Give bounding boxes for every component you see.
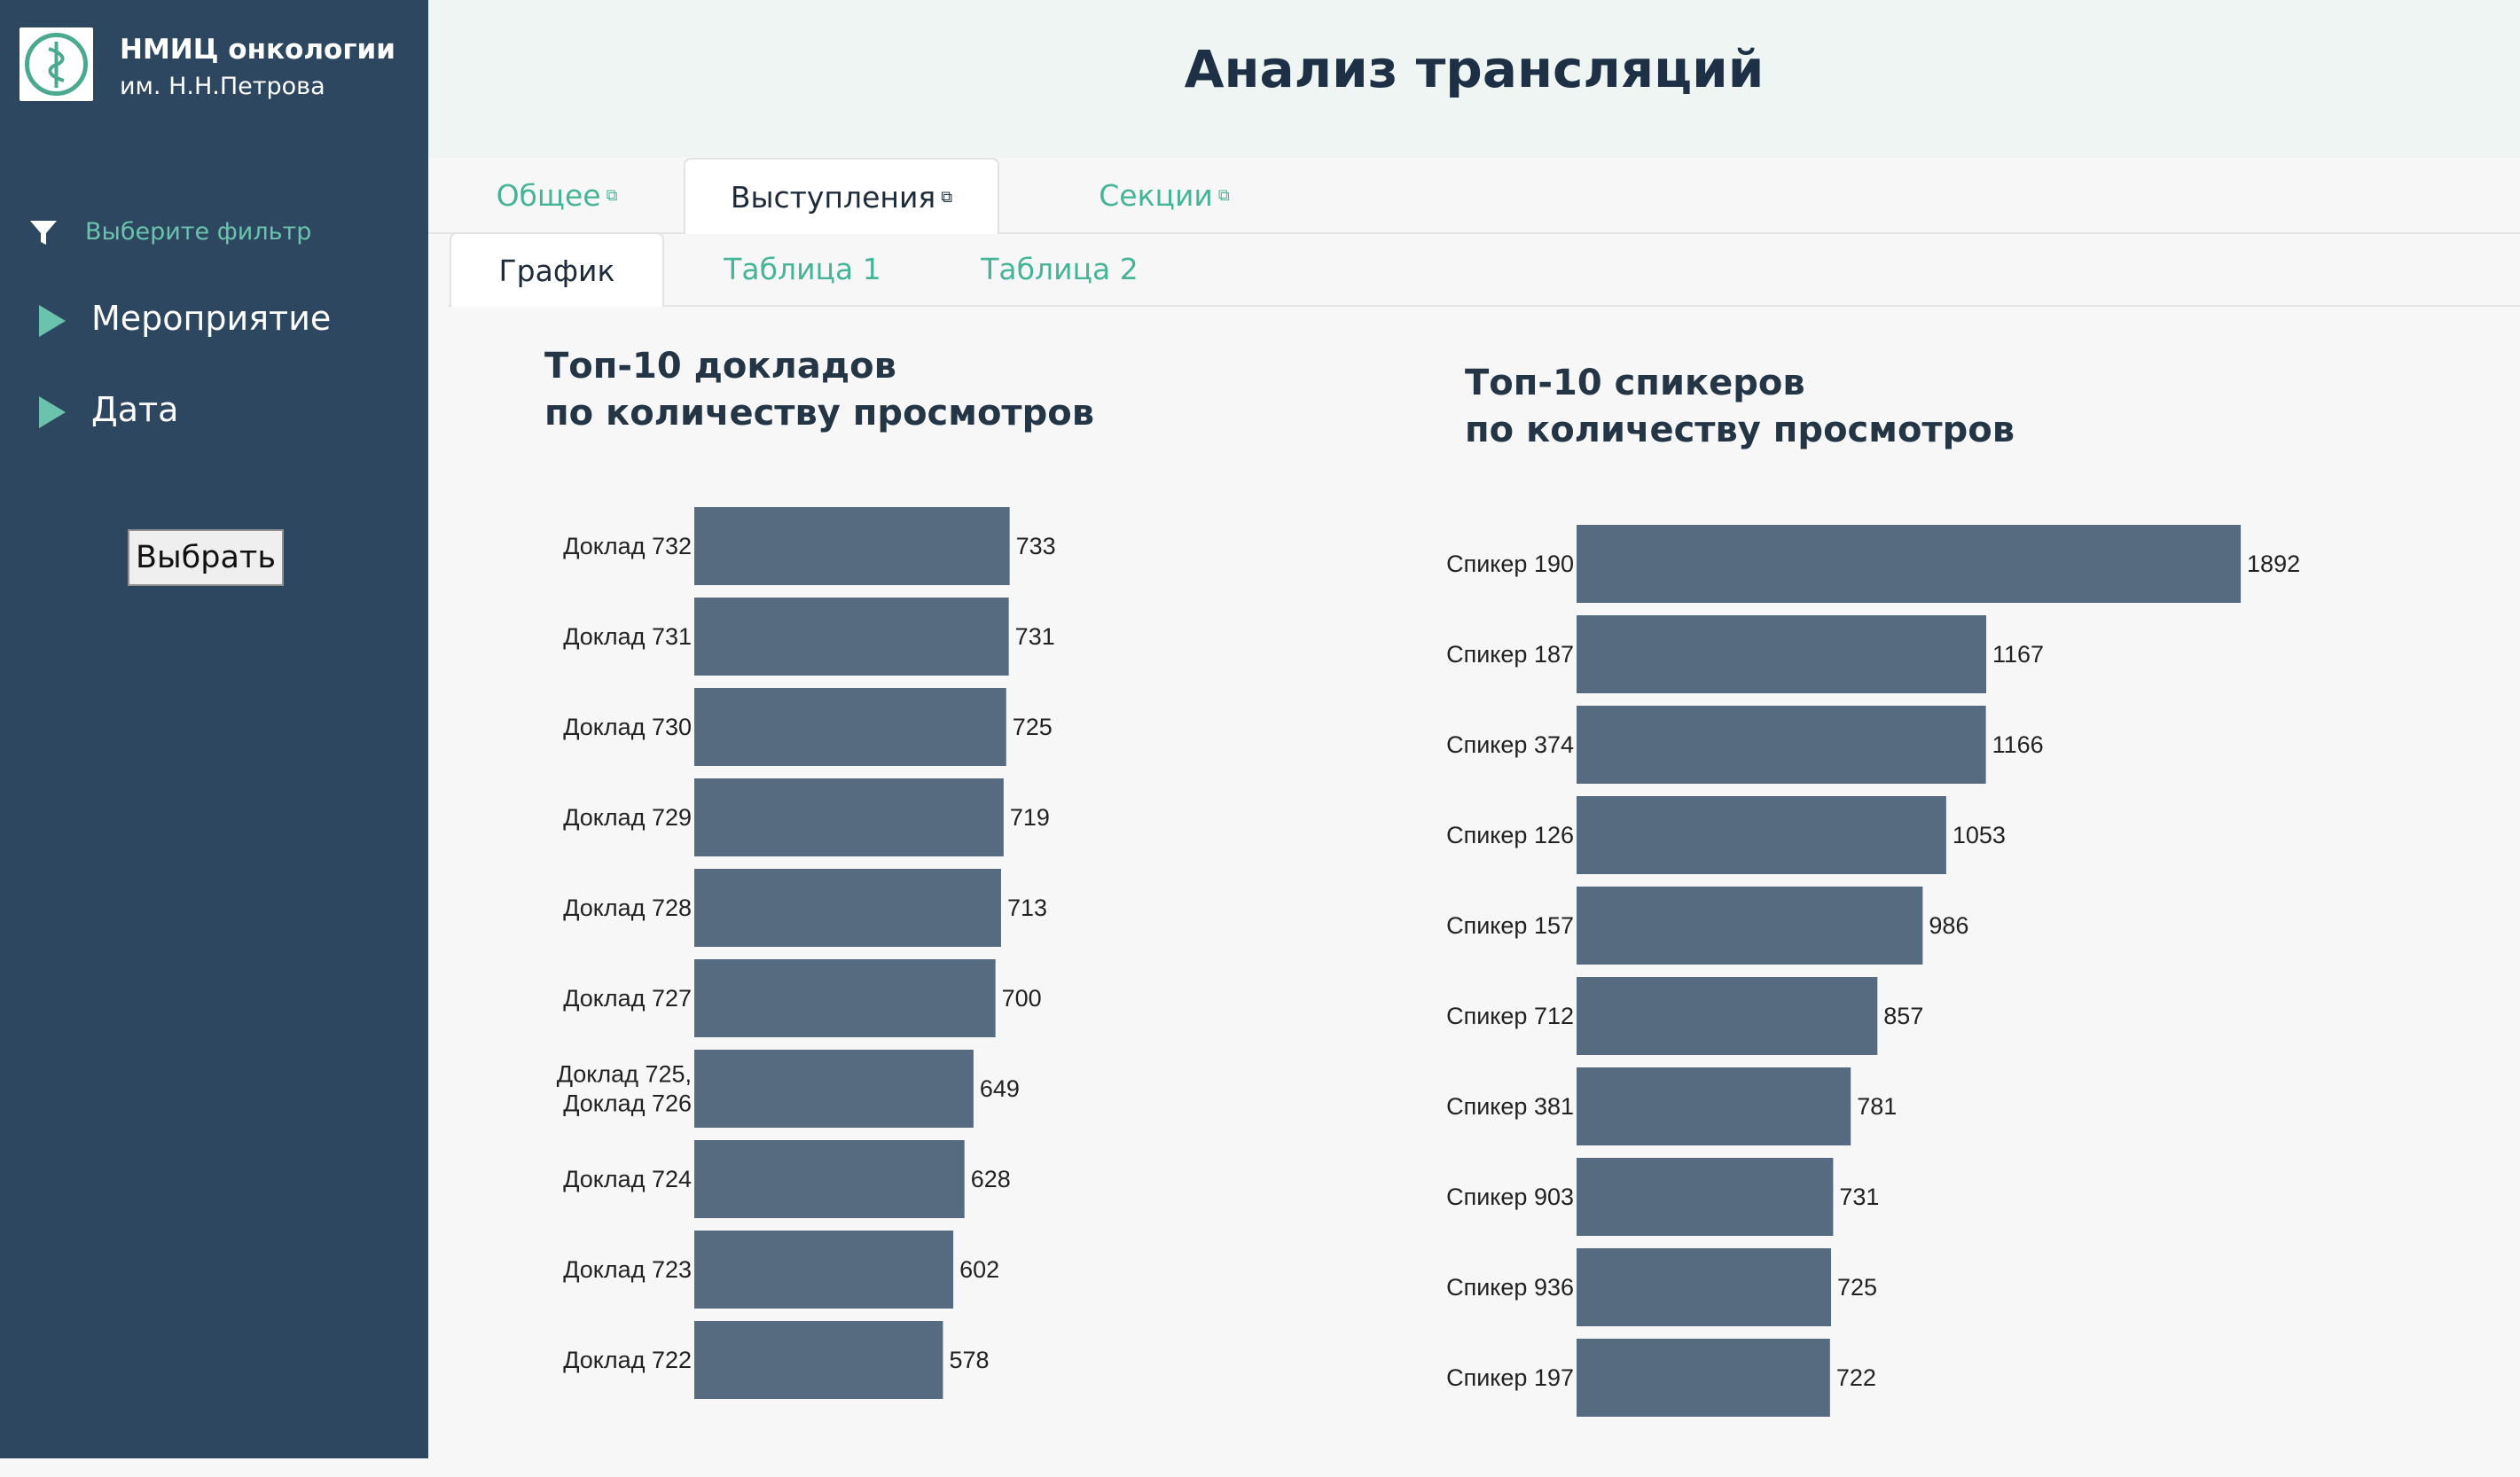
sidebar-item-label: Мероприятие xyxy=(91,299,332,338)
bar[interactable] xyxy=(1577,1158,1834,1236)
tab-label: Выступления xyxy=(730,179,936,215)
tab-label: Таблица 2 xyxy=(981,251,1139,286)
bar[interactable] xyxy=(694,688,1006,766)
page-header: Анализ трансляций xyxy=(428,0,2520,158)
tab-talks[interactable]: Выступления ⧉ xyxy=(684,158,999,234)
chart-title-line: Топ-10 докладов xyxy=(544,346,896,387)
bar[interactable] xyxy=(694,778,1004,856)
category-label: Доклад 722 xyxy=(563,1347,692,1373)
value-label: 1167 xyxy=(1992,641,2044,668)
value-label: 649 xyxy=(980,1075,1020,1102)
value-label: 578 xyxy=(949,1347,989,1373)
triangle-right-icon xyxy=(39,396,66,428)
main-tabs: Общее ⧉ Выступления ⧉ Секции ⧉ xyxy=(428,158,2520,234)
category-label: Спикер 157 xyxy=(1446,912,1574,939)
category-label: Спикер 187 xyxy=(1446,641,1574,668)
chart-subtitle-line: по количеству просмотров xyxy=(1465,410,2015,450)
page-title: Анализ трансляций xyxy=(1184,39,1765,99)
bar[interactable] xyxy=(1577,615,1987,693)
category-label: Спикер 197 xyxy=(1446,1364,1574,1391)
bar[interactable] xyxy=(694,1231,954,1309)
sub-tabs: График Таблица 1 Таблица 2 xyxy=(448,232,2520,307)
bar-chart-top-talks: Доклад 732 733 Доклад 731 731 Доклад 730 725 Д… xyxy=(557,507,1056,1399)
bar-chart-top-speakers: Спикер 190 1892 Спикер 187 1167 Спикер 374 11… xyxy=(1446,525,2300,1417)
tab-general[interactable]: Общее ⧉ xyxy=(481,158,632,232)
value-label: 1053 xyxy=(1953,822,2006,848)
sidebar-item-label: Дата xyxy=(91,390,179,429)
value-label: 700 xyxy=(1002,985,1042,1012)
value-label: 731 xyxy=(1015,623,1055,650)
category-label: Доклад 723 xyxy=(563,1256,692,1283)
category-label: Спикер 190 xyxy=(1446,551,1574,577)
tab-sections[interactable]: Секции ⧉ xyxy=(1040,158,1288,232)
tab-chart[interactable]: График xyxy=(450,232,664,307)
value-label: 602 xyxy=(959,1256,999,1283)
value-label: 733 xyxy=(1016,533,1056,559)
tab-label: График xyxy=(498,253,615,288)
chart-subtitle-line: по количеству просмотров xyxy=(544,393,1095,434)
value-label: 722 xyxy=(1836,1364,1876,1391)
category-label: Доклад 731 xyxy=(563,623,692,650)
value-label: 713 xyxy=(1007,895,1047,921)
value-label: 725 xyxy=(1013,714,1053,740)
bar[interactable] xyxy=(1577,525,2242,603)
bar[interactable] xyxy=(1577,796,1946,874)
bar[interactable] xyxy=(694,507,1010,585)
tab-label: Секции xyxy=(1099,177,1213,213)
tab-label: Общее xyxy=(496,177,601,213)
bar[interactable] xyxy=(694,1140,965,1218)
category-label: Доклад 725, Доклад 726 xyxy=(557,1061,692,1117)
tab-table-1[interactable]: Таблица 1 xyxy=(687,232,918,305)
value-label: 719 xyxy=(1010,804,1050,831)
category-label: Доклад 729 xyxy=(563,804,692,831)
chart-title-speakers: Топ-10 спикеров по количеству просмотров xyxy=(1465,360,2015,454)
organization-logo xyxy=(20,27,93,101)
tab-label: Таблица 1 xyxy=(724,251,881,286)
bar[interactable] xyxy=(1577,706,1986,784)
caduceus-icon xyxy=(25,33,88,96)
category-label: Спикер 712 xyxy=(1446,1003,1574,1029)
bar[interactable] xyxy=(1577,977,1878,1055)
bar[interactable] xyxy=(694,869,1001,947)
filter-icon xyxy=(30,221,57,245)
bar[interactable] xyxy=(1577,1248,1832,1326)
category-label: Спикер 903 xyxy=(1446,1184,1574,1210)
bar[interactable] xyxy=(1577,1067,1851,1145)
value-label: 857 xyxy=(1883,1003,1923,1029)
category-label: Доклад 730 xyxy=(563,714,692,740)
value-label: 725 xyxy=(1837,1274,1877,1301)
value-label: 731 xyxy=(1839,1184,1879,1210)
value-label: 628 xyxy=(971,1166,1011,1192)
bar[interactable] xyxy=(1577,1339,1830,1417)
external-link-icon: ⧉ xyxy=(1217,185,1230,205)
value-label: 986 xyxy=(1929,912,1968,939)
apply-filter-button[interactable]: Выбрать xyxy=(128,529,284,586)
chart-title-line: Топ-10 спикеров xyxy=(1465,363,1805,403)
organization-subtitle: им. Н.Н.Петрова xyxy=(120,73,325,100)
value-label: 781 xyxy=(1857,1093,1897,1120)
category-label: Спикер 374 xyxy=(1446,731,1574,758)
bar[interactable] xyxy=(1577,887,1923,965)
triangle-right-icon xyxy=(39,305,66,337)
category-label: Спикер 381 xyxy=(1446,1093,1574,1120)
value-label: 1166 xyxy=(1992,731,2044,758)
sidebar: НМИЦ онкологии им. Н.Н.Петрова Выберите … xyxy=(0,0,428,1458)
category-label: Доклад 728 xyxy=(563,895,692,921)
bar[interactable] xyxy=(694,1321,943,1399)
category-label: Доклад 727 xyxy=(563,985,692,1012)
bar[interactable] xyxy=(694,959,996,1037)
tab-table-2[interactable]: Таблица 2 xyxy=(944,232,1175,305)
category-label: Доклад 724 xyxy=(563,1166,692,1192)
external-link-icon: ⧉ xyxy=(941,187,953,207)
bar[interactable] xyxy=(694,1050,974,1128)
filter-label: Выберите фильтр xyxy=(85,218,312,246)
chart-title-talks: Топ-10 докладов по количеству просмотров xyxy=(544,343,1094,437)
value-label: 1892 xyxy=(2247,551,2300,577)
category-label: Спикер 936 xyxy=(1446,1274,1574,1301)
category-label: Доклад 732 xyxy=(563,533,692,559)
external-link-icon: ⧉ xyxy=(606,185,618,205)
category-label: Спикер 126 xyxy=(1446,822,1574,848)
organization-name: НМИЦ онкологии xyxy=(120,34,395,66)
bar[interactable] xyxy=(694,598,1009,676)
